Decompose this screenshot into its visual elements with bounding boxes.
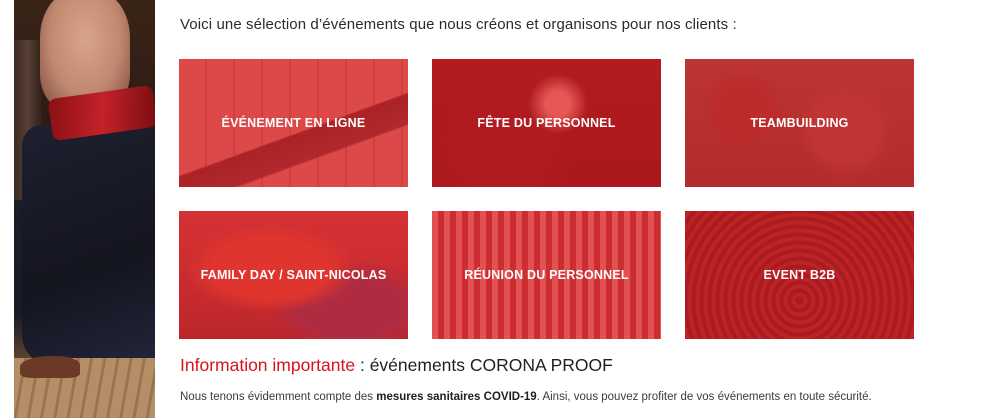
tile-event-b2b[interactable]: Event B2B: [685, 211, 914, 339]
tile-label: Réunion du personnel: [464, 268, 629, 282]
tile-reunion-du-personnel[interactable]: Réunion du personnel: [432, 211, 661, 339]
info-heading-separator: :: [355, 355, 370, 375]
info-heading-rest: événements CORONA PROOF: [369, 355, 613, 375]
info-notice: Nous tenons évidemment compte des mesure…: [180, 391, 872, 403]
notice-bold-measures: mesures sanitaires COVID-19: [376, 391, 537, 403]
page-left-margin: [0, 0, 14, 418]
side-decorative-photo: [0, 0, 155, 418]
notice-text-start: Nous tenons évidemment compte des: [180, 391, 377, 403]
tile-label: Événement en ligne: [221, 116, 366, 130]
tile-fete-du-personnel[interactable]: Fête du personnel: [432, 59, 661, 187]
intro-text: Voici une sélection d’événements que nou…: [180, 16, 737, 33]
tile-label: Event B2B: [763, 268, 836, 282]
tile-label: Family day / Saint-Nicolas: [200, 268, 387, 282]
tile-family-day[interactable]: Family day / Saint-Nicolas: [179, 211, 408, 339]
info-heading: Information importante : événements CORO…: [180, 355, 613, 376]
tile-label: Fête du personnel: [477, 116, 616, 130]
tile-evenement-en-ligne[interactable]: Événement en ligne: [179, 59, 408, 187]
notice-text-end: . Ainsi, vous pouvez profiter de vos évé…: [536, 391, 872, 403]
tile-teambuilding[interactable]: Teambuilding: [685, 59, 914, 187]
photo-shoe: [20, 356, 80, 378]
tile-label: Teambuilding: [750, 116, 849, 130]
info-heading-highlight: Information importante: [180, 355, 356, 375]
photo-dancer-trousers: [22, 125, 155, 365]
